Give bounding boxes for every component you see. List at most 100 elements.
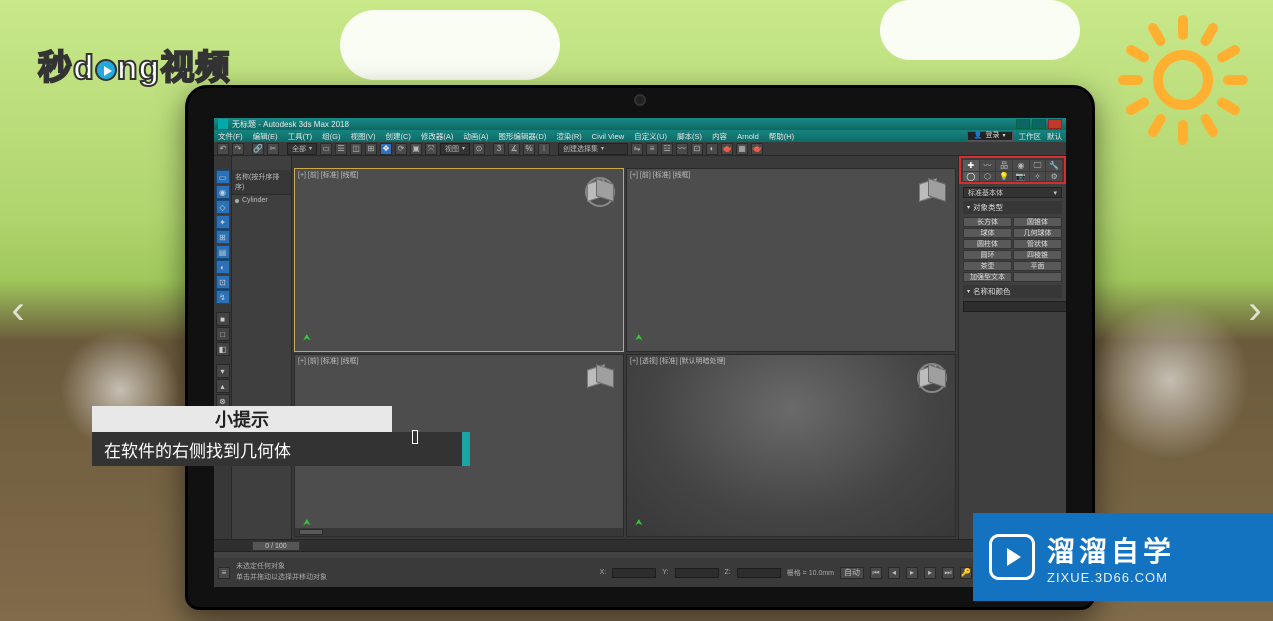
modify-tab[interactable]: 〰 — [980, 160, 996, 171]
maximize-button[interactable] — [1032, 119, 1046, 129]
menu-item[interactable]: 创建(C) — [386, 131, 411, 142]
primitive-button[interactable]: 圆柱体 — [963, 239, 1012, 249]
rotate-button[interactable]: ⟳ — [395, 143, 407, 155]
motion-tab[interactable]: ◉ — [1013, 160, 1029, 171]
brand-banner[interactable]: 溜溜自学 ZIXUE.3D66.COM — [973, 513, 1273, 601]
create-tab[interactable]: ✚ — [963, 160, 979, 171]
autokey-button[interactable]: 自动 — [840, 567, 864, 579]
lights-button[interactable]: 💡 — [996, 172, 1012, 181]
explorer-item[interactable]: Cylinder — [232, 195, 291, 206]
menu-item[interactable]: Arnold — [737, 132, 759, 141]
viewport-top-right[interactable]: [+] [前] [标准] [线框] — [626, 168, 956, 352]
menu-item[interactable]: 修改器(A) — [421, 131, 454, 142]
select-button[interactable]: ▭ — [320, 143, 332, 155]
primitive-button[interactable]: 球体 — [963, 228, 1012, 238]
signin-combo[interactable]: 👤 登录 — [967, 131, 1013, 141]
rail-button[interactable]: ✦ — [216, 215, 230, 229]
mirror-button[interactable]: ⇋ — [631, 143, 643, 155]
select-region-button[interactable]: ◫ — [350, 143, 362, 155]
rail-button[interactable]: ▴ — [216, 379, 230, 393]
shapes-button[interactable]: ⬡ — [980, 172, 996, 181]
redo-button[interactable]: ↷ — [232, 143, 244, 155]
schematic-button[interactable]: ⊡ — [691, 143, 703, 155]
refcoord-combo[interactable]: 视图 — [440, 143, 470, 155]
hierarchy-tab[interactable]: 品 — [996, 160, 1012, 171]
primitive-button[interactable]: 圆环 — [963, 250, 1012, 260]
object-name-input[interactable] — [963, 301, 1066, 312]
menu-item[interactable]: 动画(A) — [463, 131, 488, 142]
curve-editor-button[interactable]: 〰 — [676, 143, 688, 155]
menu-item[interactable]: Civil View — [592, 132, 624, 141]
rail-button[interactable]: ◧ — [216, 342, 230, 356]
rail-button[interactable]: □ — [216, 327, 230, 341]
viewcube[interactable] — [919, 175, 945, 201]
menu-item[interactable]: 图形编辑器(D) — [498, 131, 546, 142]
scale-button[interactable]: ▣ — [410, 143, 422, 155]
rail-button[interactable]: ▾ — [216, 364, 230, 378]
rail-button[interactable]: ⊡ — [216, 275, 230, 289]
viewport-label[interactable]: [+] [前] [标准] [线框] — [298, 170, 358, 180]
menu-item[interactable]: 自定义(U) — [634, 131, 667, 142]
geometry-button[interactable]: ◯ — [963, 172, 979, 181]
snap-button[interactable]: 3 — [493, 143, 505, 155]
goto-end-button[interactable]: ⏭ — [942, 567, 954, 579]
coord-y-input[interactable] — [675, 568, 719, 578]
rail-button[interactable]: ◐ — [216, 260, 230, 274]
viewcube[interactable] — [919, 361, 945, 387]
rail-button[interactable]: ↯ — [216, 290, 230, 304]
angle-snap-button[interactable]: ∡ — [508, 143, 520, 155]
spinner-snap-button[interactable]: ⁝ — [538, 143, 550, 155]
render-setup-button[interactable]: 🫖 — [721, 143, 733, 155]
workspace-label[interactable]: 工作区 — [1019, 131, 1042, 142]
rail-button[interactable]: ■ — [216, 312, 230, 326]
goto-start-button[interactable]: ⏮ — [870, 567, 882, 579]
workspace-default[interactable]: 默认 — [1047, 131, 1062, 142]
coord-z-input[interactable] — [737, 568, 781, 578]
primitive-button[interactable]: 加强型文本 — [963, 272, 1012, 282]
systems-button[interactable]: ⚙ — [1046, 172, 1062, 181]
menu-item[interactable]: 视图(V) — [351, 131, 376, 142]
material-editor-button[interactable]: ◐ — [706, 143, 718, 155]
placement-button[interactable]: ⤧ — [425, 143, 437, 155]
viewport-label[interactable]: [+] [前] [标准] [线框] — [298, 356, 358, 366]
filter-combo[interactable]: 全部 — [287, 143, 317, 155]
coord-x-input[interactable] — [612, 568, 656, 578]
window-crossing-button[interactable]: ⊞ — [365, 143, 377, 155]
cameras-button[interactable]: 📷 — [1013, 172, 1029, 181]
render-button[interactable]: 🫖 — [751, 143, 763, 155]
unlink-button[interactable]: ✂ — [267, 143, 279, 155]
minimize-button[interactable] — [1016, 119, 1030, 129]
maxscript-button[interactable]: ≡ — [218, 567, 230, 579]
primitive-button[interactable]: 长方体 — [963, 217, 1012, 227]
helpers-button[interactable]: ✧ — [1030, 172, 1046, 181]
primitive-button[interactable] — [1013, 272, 1062, 282]
display-tab[interactable]: 🖵 — [1030, 160, 1046, 171]
menu-item[interactable]: 文件(F) — [218, 131, 243, 142]
percent-snap-button[interactable]: % — [523, 143, 535, 155]
menu-item[interactable]: 帮助(H) — [769, 131, 794, 142]
explorer-header[interactable]: 名称(按升序排序) — [232, 170, 291, 195]
menu-item[interactable]: 渲染(R) — [556, 131, 581, 142]
menu-item[interactable]: 工具(T) — [288, 131, 313, 142]
next-frame-button[interactable]: ▸ — [924, 567, 936, 579]
rail-button[interactable]: ▭ — [216, 170, 230, 184]
primitive-button[interactable]: 平面 — [1013, 261, 1062, 271]
time-slider[interactable]: 0 / 100 — [214, 540, 1066, 552]
menu-item[interactable]: 脚本(S) — [677, 131, 702, 142]
viewport-scrollbar[interactable] — [295, 528, 623, 536]
play-button[interactable]: ▸ — [906, 567, 918, 579]
rollout-object-type[interactable]: 对象类型 — [963, 201, 1062, 214]
viewcube[interactable] — [587, 361, 613, 387]
menu-item[interactable]: 编辑(E) — [253, 131, 278, 142]
utilities-tab[interactable]: 🔧 — [1046, 160, 1062, 171]
select-name-button[interactable]: ☰ — [335, 143, 347, 155]
link-button[interactable]: 🔗 — [252, 143, 264, 155]
close-button[interactable] — [1048, 119, 1062, 129]
rail-button[interactable]: ◉ — [216, 185, 230, 199]
menu-item[interactable]: 组(G) — [322, 131, 340, 142]
pivot-button[interactable]: ⊙ — [473, 143, 485, 155]
category-combo[interactable]: 标准基本体 — [963, 187, 1062, 198]
rail-button[interactable]: ◇ — [216, 200, 230, 214]
next-arrow[interactable]: › — [1241, 288, 1269, 334]
undo-button[interactable]: ↶ — [217, 143, 229, 155]
